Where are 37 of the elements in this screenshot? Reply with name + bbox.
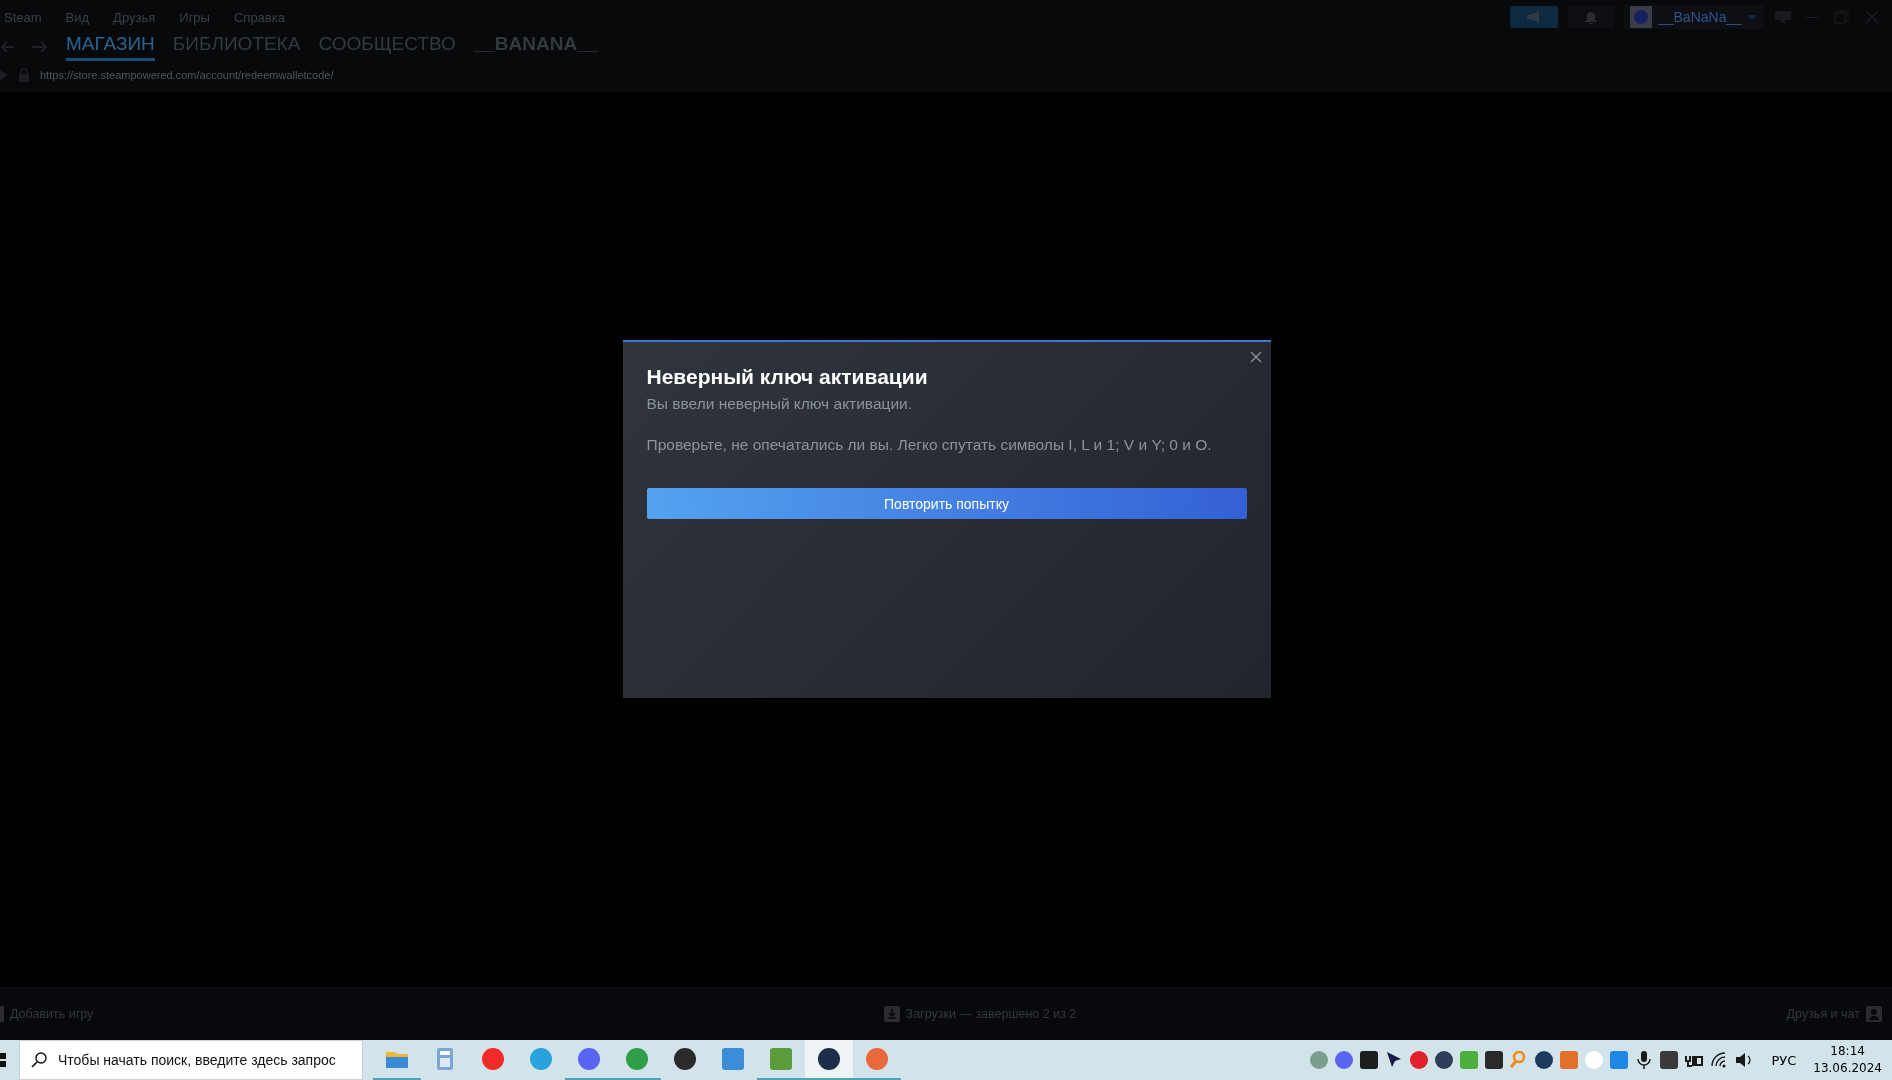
megaphone-icon [1525,10,1542,24]
tile-icon[interactable] [1559,1050,1580,1070]
dialog-title: Неверный ключ активации [646,365,929,389]
clock[interactable]: 18:14 13.06.2024 [1807,1043,1888,1077]
caret-icon [1748,14,1756,20]
menu-item[interactable]: Справка [233,9,285,25]
lock-icon [18,68,30,82]
dialog-hint: Проверьте, не опечатались ли вы. Легко спутать символы I, L и 1; V и Y; 0 и O. [646,436,1213,454]
taskbar-app-button[interactable] [805,1040,853,1080]
tile-icon[interactable] [1609,1050,1630,1070]
date-text: 13.06.2024 [1813,1060,1882,1077]
circle-icon[interactable] [1434,1050,1455,1070]
tile-icon[interactable] [1359,1050,1380,1070]
dialog-message: Вы ввели неверный ключ активации. [646,395,914,413]
menu-item[interactable]: Вид [65,9,90,25]
circle-icon[interactable] [1534,1050,1555,1070]
menu-item[interactable]: Игры [179,9,210,25]
avatar-icon [1629,6,1652,28]
retry-button[interactable]: Повторить попытку [646,488,1247,519]
url-text: https://store.steampowered.com/account/redeemwalletcode/ [40,69,334,81]
download-icon [883,1006,900,1022]
time-text: 18:14 [1830,1043,1865,1060]
tile-icon[interactable] [1459,1050,1480,1070]
friends-icon [1866,1006,1882,1022]
search-field[interactable]: Чтобы начать поиск, введите здесь запрос [19,1040,363,1080]
language-indicator[interactable]: РУС [1765,1052,1803,1068]
tile-icon[interactable] [1484,1050,1505,1070]
search-icon [31,1052,47,1068]
account-menu[interactable]: __BaNaNa__ [1623,5,1764,29]
tile-icon[interactable] [1659,1050,1680,1070]
notification-button[interactable] [1567,6,1614,28]
menu-item[interactable]: Steam [4,9,42,25]
nav-tab[interactable]: МАГАЗИН [66,33,155,61]
bell-icon [1584,10,1597,24]
announcement-button[interactable] [1509,6,1558,28]
menu-item[interactable]: Друзья [113,9,156,25]
windows-logo-icon [0,1053,6,1067]
